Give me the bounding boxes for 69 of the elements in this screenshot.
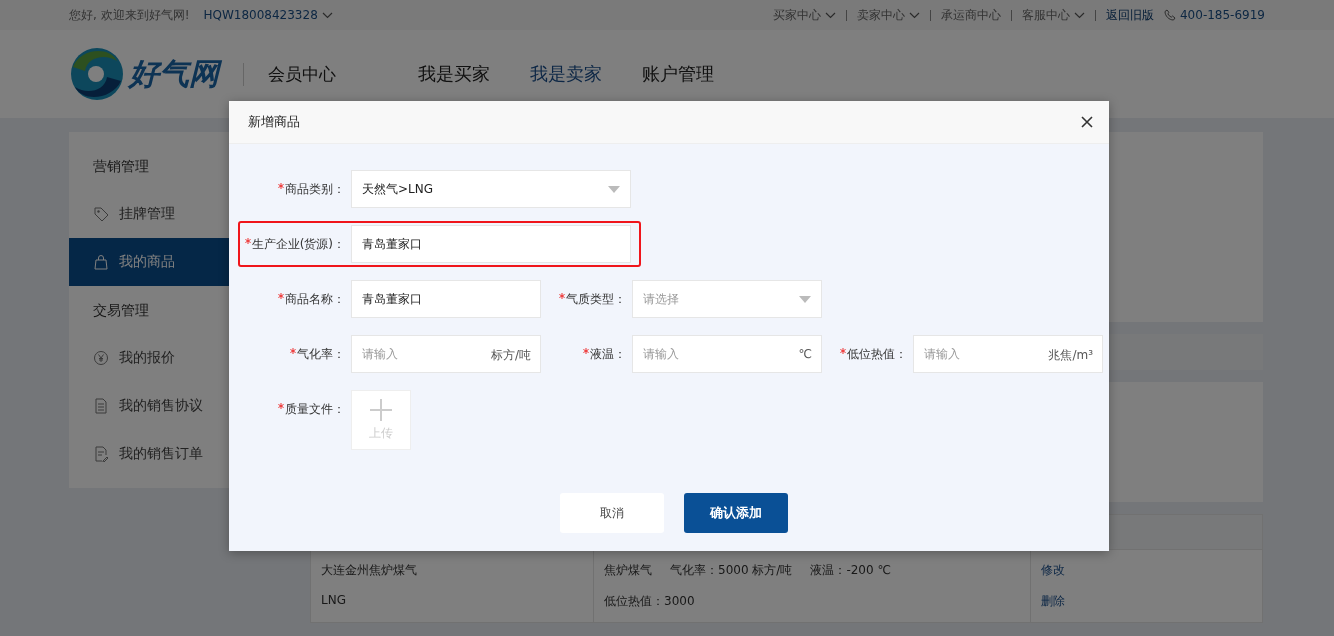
field-label: 气质类型： — [566, 290, 626, 308]
sidebar-item[interactable]: 我的销售订单 — [69, 430, 229, 478]
top-menu-link[interactable]: 客服中心 — [1022, 6, 1085, 24]
nav-link[interactable]: 我是卖家 — [530, 62, 602, 86]
confirm-button[interactable]: 确认添加 — [683, 493, 788, 533]
select-field[interactable]: 请选择 — [632, 280, 822, 318]
input-field[interactable]: 青岛董家口 — [351, 225, 631, 263]
field-label: 低位热值： — [847, 345, 907, 363]
sidebar-item[interactable]: 我的商品 — [69, 238, 229, 286]
input-field[interactable]: 青岛董家口 — [351, 280, 541, 318]
required-asterisk-icon — [278, 293, 284, 299]
dropdown-arrow-icon — [799, 295, 811, 303]
cancel-button[interactable]: 取消 — [559, 493, 664, 533]
unit-label: 兆焦/m³ — [1048, 347, 1093, 364]
document-edit-icon — [93, 446, 109, 462]
field-label: 气化率： — [297, 345, 345, 363]
dialog-title: 新增商品 — [248, 113, 300, 131]
close-icon — [1081, 116, 1093, 128]
field-label: 商品名称： — [285, 290, 345, 308]
required-asterisk-icon — [244, 238, 251, 244]
top-menu-link[interactable]: 卖家中心 — [857, 6, 920, 24]
cell-text: 气化率：5000 标方/吨 — [670, 562, 793, 579]
sidebar-group-title: 交易管理 — [92, 301, 150, 320]
unit-label: 标方/吨 — [490, 347, 531, 364]
plus-icon — [370, 398, 392, 421]
chevron-down-icon — [1074, 11, 1085, 19]
cell-text: 大连金州焦炉煤气 — [321, 562, 418, 579]
bag-icon — [93, 254, 109, 270]
required-asterisk-icon — [559, 293, 565, 299]
cell-text: 焦炉煤气 — [604, 562, 652, 579]
top-menu-link[interactable]: 承运商中心 — [941, 6, 1001, 24]
required-asterisk-icon — [278, 403, 284, 409]
cell-text: 低位热值：3000 — [604, 593, 695, 610]
required-asterisk-icon — [278, 183, 284, 189]
cell-text: LNG — [321, 593, 347, 607]
chevron-down-icon — [321, 11, 333, 19]
required-asterisk-icon — [290, 348, 296, 354]
select-field[interactable]: 天然气>LNG — [351, 170, 631, 208]
document-icon — [93, 398, 109, 414]
action-link[interactable]: 删除 — [1041, 593, 1252, 610]
phone-number: 400-185-6919 — [1180, 8, 1265, 22]
phone-icon — [1164, 9, 1176, 21]
welcome-text: 您好, 欢迎来到好气网! — [69, 6, 190, 24]
chevron-down-icon — [909, 11, 920, 19]
old-version-link[interactable]: 返回旧版 — [1106, 6, 1154, 24]
sidebar-item[interactable]: 我的报价 — [69, 334, 229, 382]
required-asterisk-icon — [840, 348, 846, 354]
unit-label: ℃ — [798, 347, 812, 361]
logo-icon — [69, 47, 125, 101]
field-label: 质量文件： — [285, 400, 345, 418]
sidebar-group-title: 营销管理 — [92, 157, 150, 176]
action-link[interactable]: 修改 — [1041, 562, 1252, 579]
cell-text: 液温：-200 ℃ — [810, 562, 891, 579]
required-asterisk-icon — [583, 348, 589, 354]
close-button[interactable] — [1081, 116, 1093, 128]
sidebar-item[interactable]: 挂牌管理 — [69, 190, 229, 238]
tag-icon — [93, 206, 109, 222]
field-label: 生产企业(货源)： — [251, 235, 345, 253]
nav-link[interactable]: 账户管理 — [642, 62, 714, 86]
dropdown-arrow-icon — [608, 185, 620, 193]
top-menu-link[interactable]: 买家中心 — [773, 6, 836, 24]
field-label: 液温： — [590, 345, 626, 363]
sidebar-item[interactable]: 我的销售协议 — [69, 382, 229, 430]
nav-link[interactable]: 我是买家 — [418, 62, 490, 86]
chevron-down-icon — [825, 11, 836, 19]
account-link[interactable]: HQW18008423328 — [203, 8, 333, 22]
yen-icon — [93, 350, 109, 366]
section-title: 会员中心 — [243, 62, 418, 86]
field-label: 商品类别： — [285, 180, 345, 198]
